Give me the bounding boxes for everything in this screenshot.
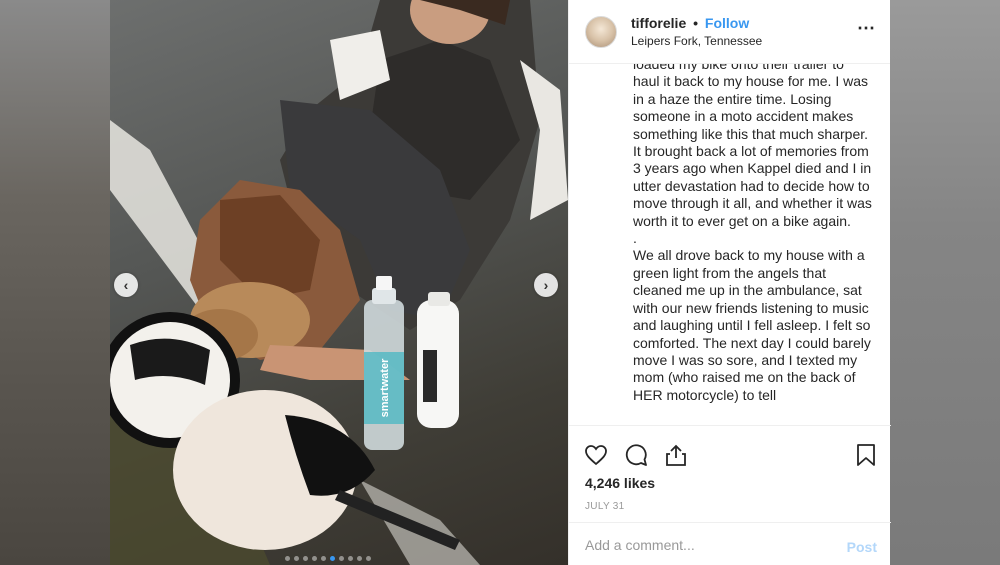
avatar[interactable] [585, 15, 617, 48]
username-link[interactable]: tifforelie [631, 15, 686, 31]
carousel-dot [285, 556, 290, 561]
caption-paragraph: loaded my bike onto their trailer to hau… [633, 64, 872, 229]
photo-illustration [110, 0, 568, 565]
carousel-dot [312, 556, 317, 561]
caption: loaded my bike onto their trailer to hau… [633, 64, 873, 424]
carousel-dot [303, 556, 308, 561]
comment-input[interactable] [585, 537, 815, 553]
carousel-dot [348, 556, 353, 561]
post-photo: smartwater ‹ › [110, 0, 568, 565]
heart-icon[interactable] [583, 442, 609, 468]
post-panel: tifforelie • Follow Leipers Fork, Tennes… [568, 0, 891, 565]
chevron-right-icon: › [543, 277, 549, 293]
separator: • [693, 15, 699, 31]
carousel-next-button[interactable]: › [534, 273, 558, 297]
background-blur-right [890, 0, 1000, 565]
carousel-dot [357, 556, 362, 561]
carousel-dots [285, 556, 371, 561]
more-horizontal-icon[interactable]: ⋯ [857, 18, 876, 39]
post-header: tifforelie • Follow Leipers Fork, Tennes… [569, 0, 890, 64]
carousel-dot-active [330, 556, 335, 561]
bookmark-icon[interactable] [853, 442, 879, 468]
user-row: tifforelie • Follow [631, 15, 762, 31]
carousel-prev-button[interactable]: ‹ [114, 273, 138, 297]
carousel-dot [321, 556, 326, 561]
likes-count[interactable]: 4,246 likes [585, 475, 655, 491]
caption-paragraph: We all drove back to my house with a gre… [633, 247, 871, 403]
chevron-left-icon: ‹ [123, 277, 129, 293]
carousel-dot [294, 556, 299, 561]
header-text: tifforelie • Follow Leipers Fork, Tennes… [631, 15, 762, 48]
post-date: JULY 31 [585, 501, 625, 512]
comment-bubble-icon[interactable] [623, 442, 649, 468]
post-comment-button[interactable]: Post [847, 539, 877, 555]
comment-bar: Post [569, 522, 891, 565]
share-icon[interactable] [663, 442, 689, 468]
location-link[interactable]: Leipers Fork, Tennessee [631, 34, 762, 48]
carousel-dot [339, 556, 344, 561]
post-actions: 4,246 likes JULY 31 Post [569, 425, 891, 565]
action-icons [583, 442, 689, 468]
carousel-dot [366, 556, 371, 561]
bottle-label: smartwater [379, 358, 391, 418]
caption-dot: . [633, 230, 637, 247]
background-blur-left [0, 0, 110, 565]
follow-button[interactable]: Follow [705, 15, 749, 31]
